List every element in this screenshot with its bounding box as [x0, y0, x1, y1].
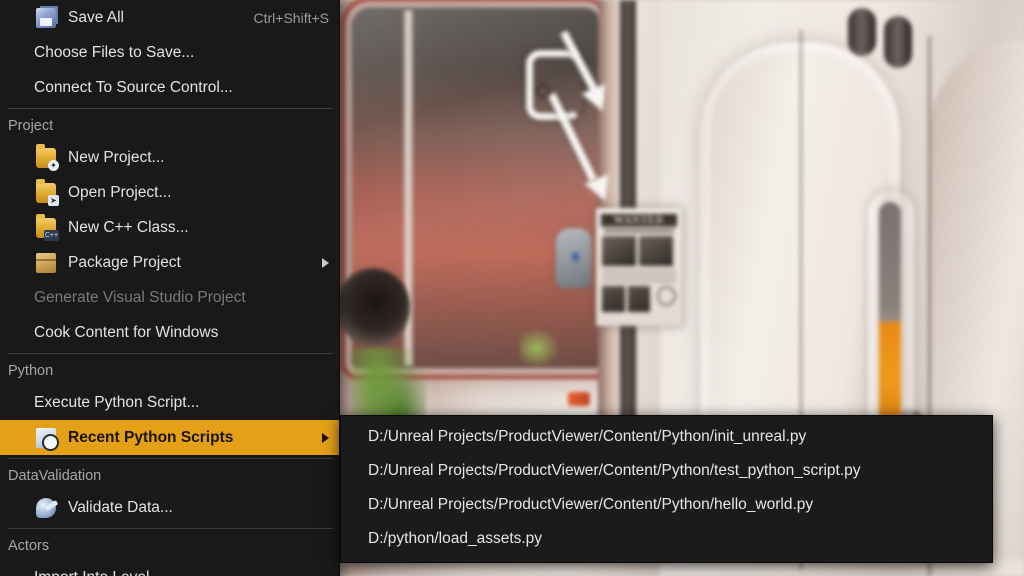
menu-item-execute-python-script[interactable]: Execute Python Script...	[0, 385, 339, 420]
menu-item-label: Import Into Level...	[34, 569, 329, 576]
menu-separator	[8, 528, 333, 529]
menu-item-label: Recent Python Scripts	[68, 429, 329, 447]
recent-python-scripts-submenu[interactable]: D:/Unreal Projects/ProductViewer/Content…	[340, 415, 993, 563]
menu-item-shortcut: Ctrl+Shift+S	[240, 10, 329, 26]
menu-item-label: Cook Content for Windows	[34, 324, 329, 342]
viewport-wanted-poster: WANTED	[596, 208, 682, 326]
menu-section-python: Python	[0, 357, 339, 385]
menu-item-import-into-level[interactable]: Import Into Level...	[0, 560, 339, 576]
poster-text-lines	[602, 270, 676, 282]
folder-new-icon-badge: ✦	[48, 160, 59, 171]
folder-cpp-icon: C++	[36, 218, 56, 238]
poster-face	[602, 236, 636, 266]
floppy-disk-icon	[36, 8, 56, 28]
menu-item-save-all[interactable]: Save AllCtrl+Shift+S	[0, 0, 339, 35]
validate-wrench-icon	[36, 498, 56, 518]
poster-line	[602, 270, 676, 272]
file-menu-dropdown[interactable]: Save AllCtrl+Shift+S Choose Files to Save…	[0, 0, 340, 576]
menu-item-label: Choose Files to Save...	[34, 44, 329, 62]
folder-open-icon-badge: ➤	[48, 195, 59, 206]
viewport-hinge	[884, 16, 912, 68]
menu-item-choose-files-to-save[interactable]: Choose Files to Save...	[0, 35, 339, 70]
poster-block	[628, 286, 651, 312]
menu-item-label: Open Project...	[68, 184, 329, 202]
menu-item-package-project[interactable]: Package Project	[0, 245, 339, 280]
menu-section-actors: Actors	[0, 532, 339, 560]
viewport-orange-object	[568, 392, 590, 406]
viewport-hinge	[848, 8, 876, 56]
submenu-item-recent-script-2[interactable]: D:/Unreal Projects/ProductViewer/Content…	[341, 488, 992, 522]
menu-item-label: Connect To Source Control...	[34, 79, 329, 97]
poster-subtitle-bar	[604, 229, 674, 233]
folder-cpp-icon-badge: C++	[44, 230, 59, 241]
menu-item-new-project[interactable]: ✦ New Project...	[0, 140, 339, 175]
viewport-round-object	[336, 268, 410, 346]
poster-title: WANTED	[601, 214, 677, 227]
menu-item-label: New Project...	[68, 149, 329, 167]
poster-seal	[657, 286, 676, 306]
poster-line	[602, 280, 676, 282]
menu-item-cook-content-for-windows[interactable]: Cook Content for Windows	[0, 315, 339, 350]
menu-item-label: Package Project	[68, 254, 329, 272]
poster-blocks	[602, 286, 676, 312]
application-window: WANTED	[0, 0, 1024, 576]
menu-item-recent-python-scripts[interactable]: Recent Python Scripts	[0, 420, 339, 455]
poster-faces	[602, 236, 676, 266]
menu-item-label: Generate Visual Studio Project	[34, 289, 329, 307]
viewport-dispenser-label	[572, 252, 579, 262]
recent-scripts-clock-icon	[36, 428, 56, 448]
poster-line	[602, 275, 676, 277]
menu-separator	[8, 108, 333, 109]
poster-block	[602, 286, 625, 312]
menu-item-generate-visual-studio-project: Generate Visual Studio Project	[0, 280, 339, 315]
poster-face	[639, 236, 673, 266]
menu-separator	[8, 353, 333, 354]
viewport-leaf	[520, 330, 562, 370]
menu-section-datavalidation: DataValidation	[0, 462, 339, 490]
submenu-item-recent-script-3[interactable]: D:/python/load_assets.py	[341, 522, 992, 556]
submenu-item-recent-script-0[interactable]: D:/Unreal Projects/ProductViewer/Content…	[341, 420, 992, 454]
menu-item-label: Save All	[68, 9, 240, 27]
menu-item-label: Validate Data...	[68, 499, 329, 517]
menu-item-open-project[interactable]: ➤ Open Project...	[0, 175, 339, 210]
folder-open-icon: ➤	[36, 183, 56, 203]
package-box-icon	[36, 253, 56, 273]
menu-item-validate-data[interactable]: Validate Data...	[0, 490, 339, 525]
chevron-right-icon	[322, 433, 329, 443]
menu-section-project: Project	[0, 112, 339, 140]
folder-new-icon: ✦	[36, 148, 56, 168]
menu-item-new-cpp-class[interactable]: C++ New C++ Class...	[0, 210, 339, 245]
viewport-cursor-icon	[536, 84, 550, 98]
viewport-tube-liquid	[879, 202, 901, 428]
menu-item-label: Execute Python Script...	[34, 394, 329, 412]
chevron-right-icon	[322, 258, 329, 268]
menu-item-connect-to-source-control[interactable]: Connect To Source Control...	[0, 70, 339, 105]
menu-item-label: New C++ Class...	[68, 219, 329, 237]
menu-separator	[8, 458, 333, 459]
submenu-item-recent-script-1[interactable]: D:/Unreal Projects/ProductViewer/Content…	[341, 454, 992, 488]
